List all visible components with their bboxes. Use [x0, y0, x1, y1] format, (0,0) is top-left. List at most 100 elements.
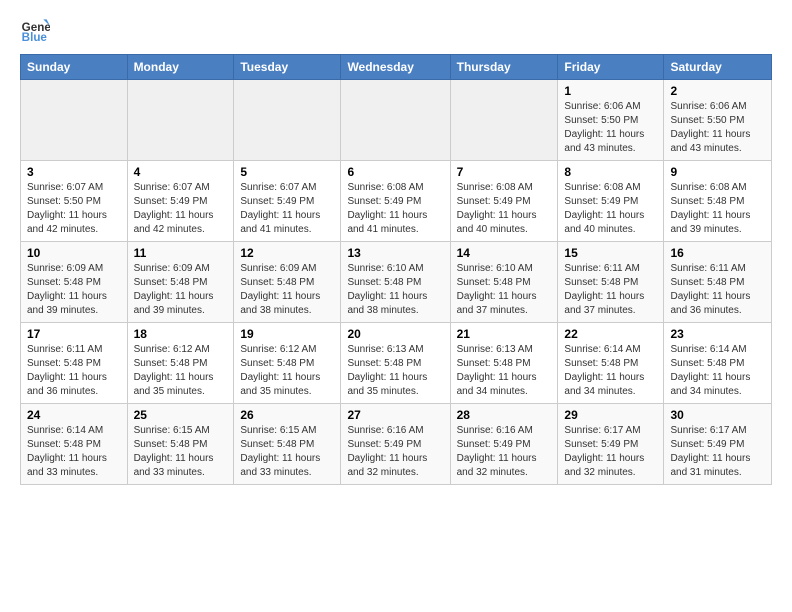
day-number: 2 — [670, 84, 765, 98]
day-number: 25 — [134, 408, 228, 422]
calendar-header-row: SundayMondayTuesdayWednesdayThursdayFrid… — [21, 55, 772, 80]
calendar-cell: 21Sunrise: 6:13 AM Sunset: 5:48 PM Dayli… — [450, 323, 558, 404]
day-info: Sunrise: 6:06 AM Sunset: 5:50 PM Dayligh… — [564, 100, 657, 156]
calendar-cell: 3 Sunrise: 6:07 AM Sunset: 5:50 PM Daylig… — [21, 161, 128, 242]
day-number: 13 — [347, 246, 443, 260]
calendar-week-row: 1 Sunrise: 6:06 AM Sunset: 5:50 PM Daylig… — [21, 80, 772, 161]
day-info: Sunrise: 6:17 AM Sunset: 5:49 PM Dayligh… — [670, 424, 765, 480]
day-info: Sunrise: 6:09 AM Sunset: 5:48 PM Dayligh… — [27, 262, 121, 318]
calendar-cell — [127, 80, 234, 161]
day-number: 23 — [670, 327, 765, 341]
day-info: Sunrise: 6:09 AM Sunset: 5:48 PM Dayligh… — [240, 262, 334, 318]
day-number: 10 — [27, 246, 121, 260]
day-header-tuesday: Tuesday — [234, 55, 341, 80]
calendar-cell: 25 Sunrise: 6:15 AM Sunset: 5:48 PM Dayli… — [127, 404, 234, 485]
calendar-cell: 16 Sunrise: 6:11 AM Sunset: 5:48 PM Dayli… — [664, 242, 772, 323]
day-number: 15 — [564, 246, 657, 260]
calendar-cell: 19 Sunrise: 6:12 AM Sunset: 5:48 PM Dayli… — [234, 323, 341, 404]
day-info: Sunrise: 6:14 AM Sunset: 5:48 PM Dayligh… — [27, 424, 121, 480]
calendar-cell: 23 Sunrise: 6:14 AM Sunset: 5:48 PM Dayli… — [664, 323, 772, 404]
day-header-monday: Monday — [127, 55, 234, 80]
day-info: Sunrise: 6:14 AM Sunset: 5:48 PM Dayligh… — [564, 343, 657, 399]
calendar-cell: 11 Sunrise: 6:09 AM Sunset: 5:48 PM Dayli… — [127, 242, 234, 323]
day-number: 20 — [347, 327, 443, 341]
day-number: 17 — [27, 327, 121, 341]
calendar-cell: 8 Sunrise: 6:08 AM Sunset: 5:49 PM Daylig… — [558, 161, 664, 242]
calendar-cell: 29 Sunrise: 6:17 AM Sunset: 5:49 PM Dayli… — [558, 404, 664, 485]
calendar-cell — [450, 80, 558, 161]
day-info: Sunrise: 6:16 AM Sunset: 5:49 PM Dayligh… — [457, 424, 552, 480]
day-info: Sunrise: 6:15 AM Sunset: 5:48 PM Dayligh… — [134, 424, 228, 480]
day-info: Sunrise: 6:15 AM Sunset: 5:48 PM Dayligh… — [240, 424, 334, 480]
calendar-cell — [341, 80, 450, 161]
day-info: Sunrise: 6:11 AM Sunset: 5:48 PM Dayligh… — [564, 262, 657, 318]
logo-icon: General Blue — [20, 16, 50, 46]
day-number: 3 — [27, 165, 121, 179]
day-number: 29 — [564, 408, 657, 422]
calendar-cell — [21, 80, 128, 161]
calendar-cell: 5 Sunrise: 6:07 AM Sunset: 5:49 PM Daylig… — [234, 161, 341, 242]
day-info: Sunrise: 6:06 AM Sunset: 5:50 PM Dayligh… — [670, 100, 765, 156]
calendar-cell: 30 Sunrise: 6:17 AM Sunset: 5:49 PM Dayli… — [664, 404, 772, 485]
day-info: Sunrise: 6:07 AM Sunset: 5:50 PM Dayligh… — [27, 181, 121, 237]
calendar-table: SundayMondayTuesdayWednesdayThursdayFrid… — [20, 54, 772, 485]
day-number: 6 — [347, 165, 443, 179]
day-number: 7 — [457, 165, 552, 179]
calendar-week-row: 17Sunrise: 6:11 AM Sunset: 5:48 PM Dayli… — [21, 323, 772, 404]
calendar-week-row: 24 Sunrise: 6:14 AM Sunset: 5:48 PM Dayli… — [21, 404, 772, 485]
day-number: 18 — [134, 327, 228, 341]
day-header-saturday: Saturday — [664, 55, 772, 80]
day-info: Sunrise: 6:08 AM Sunset: 5:49 PM Dayligh… — [347, 181, 443, 237]
day-number: 28 — [457, 408, 552, 422]
calendar-cell: 13 Sunrise: 6:10 AM Sunset: 5:48 PM Dayli… — [341, 242, 450, 323]
calendar-body: 1 Sunrise: 6:06 AM Sunset: 5:50 PM Daylig… — [21, 80, 772, 485]
day-number: 26 — [240, 408, 334, 422]
calendar-cell: 27 Sunrise: 6:16 AM Sunset: 5:49 PM Dayli… — [341, 404, 450, 485]
calendar-cell: 9 Sunrise: 6:08 AM Sunset: 5:48 PM Daylig… — [664, 161, 772, 242]
calendar-cell: 20 Sunrise: 6:13 AM Sunset: 5:48 PM Dayli… — [341, 323, 450, 404]
calendar-cell: 17Sunrise: 6:11 AM Sunset: 5:48 PM Dayli… — [21, 323, 128, 404]
day-number: 16 — [670, 246, 765, 260]
day-number: 4 — [134, 165, 228, 179]
day-info: Sunrise: 6:17 AM Sunset: 5:49 PM Dayligh… — [564, 424, 657, 480]
day-number: 30 — [670, 408, 765, 422]
calendar-cell: 7Sunrise: 6:08 AM Sunset: 5:49 PM Daylig… — [450, 161, 558, 242]
day-number: 5 — [240, 165, 334, 179]
calendar-cell: 10 Sunrise: 6:09 AM Sunset: 5:48 PM Dayli… — [21, 242, 128, 323]
day-info: Sunrise: 6:14 AM Sunset: 5:48 PM Dayligh… — [670, 343, 765, 399]
day-info: Sunrise: 6:07 AM Sunset: 5:49 PM Dayligh… — [134, 181, 228, 237]
day-header-friday: Friday — [558, 55, 664, 80]
calendar-cell — [234, 80, 341, 161]
calendar-cell: 22Sunrise: 6:14 AM Sunset: 5:48 PM Dayli… — [558, 323, 664, 404]
day-number: 9 — [670, 165, 765, 179]
day-number: 12 — [240, 246, 334, 260]
logo: General Blue — [20, 16, 54, 46]
calendar-cell: 2 Sunrise: 6:06 AM Sunset: 5:50 PM Daylig… — [664, 80, 772, 161]
day-number: 19 — [240, 327, 334, 341]
day-number: 11 — [134, 246, 228, 260]
day-info: Sunrise: 6:09 AM Sunset: 5:48 PM Dayligh… — [134, 262, 228, 318]
day-number: 24 — [27, 408, 121, 422]
day-info: Sunrise: 6:08 AM Sunset: 5:49 PM Dayligh… — [564, 181, 657, 237]
day-number: 21 — [457, 327, 552, 341]
calendar-cell: 26 Sunrise: 6:15 AM Sunset: 5:48 PM Dayli… — [234, 404, 341, 485]
day-info: Sunrise: 6:08 AM Sunset: 5:48 PM Dayligh… — [670, 181, 765, 237]
day-info: Sunrise: 6:10 AM Sunset: 5:48 PM Dayligh… — [347, 262, 443, 318]
day-number: 27 — [347, 408, 443, 422]
calendar-cell: 14 Sunrise: 6:10 AM Sunset: 5:48 PM Dayli… — [450, 242, 558, 323]
svg-text:Blue: Blue — [22, 31, 48, 44]
day-number: 1 — [564, 84, 657, 98]
day-info: Sunrise: 6:13 AM Sunset: 5:48 PM Dayligh… — [347, 343, 443, 399]
day-info: Sunrise: 6:07 AM Sunset: 5:49 PM Dayligh… — [240, 181, 334, 237]
day-info: Sunrise: 6:12 AM Sunset: 5:48 PM Dayligh… — [240, 343, 334, 399]
day-info: Sunrise: 6:16 AM Sunset: 5:49 PM Dayligh… — [347, 424, 443, 480]
page-header: General Blue — [20, 16, 772, 46]
day-info: Sunrise: 6:11 AM Sunset: 5:48 PM Dayligh… — [670, 262, 765, 318]
calendar-week-row: 10 Sunrise: 6:09 AM Sunset: 5:48 PM Dayli… — [21, 242, 772, 323]
calendar-cell: 15 Sunrise: 6:11 AM Sunset: 5:48 PM Dayli… — [558, 242, 664, 323]
calendar-cell: 1 Sunrise: 6:06 AM Sunset: 5:50 PM Daylig… — [558, 80, 664, 161]
day-info: Sunrise: 6:10 AM Sunset: 5:48 PM Dayligh… — [457, 262, 552, 318]
day-number: 14 — [457, 246, 552, 260]
calendar-cell: 12 Sunrise: 6:09 AM Sunset: 5:48 PM Dayli… — [234, 242, 341, 323]
day-number: 8 — [564, 165, 657, 179]
